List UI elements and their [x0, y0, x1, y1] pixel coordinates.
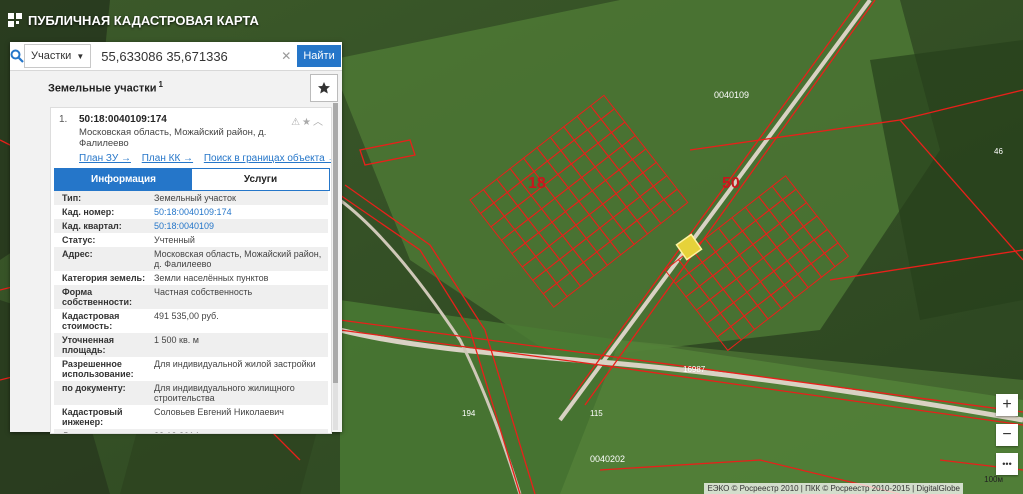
card-action-icons[interactable]: ⚠★︿ — [291, 113, 325, 128]
attribute-value: 491 535,00 руб. — [154, 311, 219, 321]
quarter-label-50: 50 — [722, 175, 740, 192]
app-title-bar: ПУБЛИЧНАЯ КАДАСТРОВАЯ КАРТА — [8, 10, 259, 30]
attribute-value: 22.12.2014 — [154, 431, 328, 433]
attribute-key: Кад. номер: — [62, 207, 115, 217]
link-plan-zu[interactable]: План ЗУ → — [79, 153, 131, 164]
attribute-value: Земельный участок — [154, 193, 236, 203]
attribute-key: Кадастровый инженер: — [62, 407, 123, 427]
clear-icon[interactable]: ✕ — [281, 49, 291, 63]
attribute-row: Уточненная площадь: 1 500 кв. м — [54, 333, 328, 357]
result-cad-number[interactable]: 50:18:0040109:174 — [79, 114, 167, 125]
attribute-key: Форма собственности: — [62, 287, 132, 307]
attribute-row: Кадастровая стоимость: 491 535,00 руб. — [54, 309, 328, 333]
search-type-label: Участки — [31, 50, 72, 62]
result-links: План ЗУ → План КК → Поиск в границах объ… — [79, 153, 331, 164]
find-button[interactable]: Найти — [297, 45, 341, 67]
copyright-text: ЕЭКО © Росреестр 2010 | ПКК © Росреестр … — [704, 483, 963, 494]
attribute-key: Статус: — [62, 235, 96, 245]
result-card: 1. 50:18:0040109:174 ⚠★︿ Московская обла… — [50, 107, 332, 434]
parcel-label-115: 115 — [590, 409, 603, 418]
attribute-row: Тип: Земельный участок — [54, 191, 328, 205]
attribute-value: Частная собственность — [154, 287, 253, 297]
tab-info[interactable]: Информация — [55, 169, 192, 190]
attribute-key: по документу: — [62, 383, 126, 393]
scale-bar: 100м — [984, 475, 1003, 484]
parcel-label-46: 46 — [994, 147, 1003, 156]
results-header: Земельные участки 1 — [10, 71, 342, 103]
star-icon — [318, 82, 330, 94]
attribute-value[interactable]: 50:18:0040109:174 — [154, 207, 328, 217]
link-plan-kk[interactable]: План КК → — [142, 153, 193, 164]
parcel-label-194: 194 — [462, 409, 476, 418]
attribute-value: Для индивидуальной жилой застройки — [154, 359, 316, 369]
result-tabs: Информация Услуги — [54, 168, 330, 191]
attribute-row: Категория земель: Земли населённых пункто… — [54, 271, 328, 285]
scrollbar-thumb[interactable] — [333, 103, 338, 383]
favorite-star-button[interactable] — [310, 74, 338, 102]
search-input[interactable] — [97, 45, 282, 67]
attribute-row: Форма собственности: Частная собственност… — [54, 285, 328, 309]
attribute-row: Дата постановки на учет:22.12.2014 — [54, 429, 328, 433]
attribute-key: Уточненная площадь: — [62, 335, 114, 355]
attribute-value: Московская область, Можайский район, д. … — [154, 249, 322, 269]
more-options-button[interactable]: ••• — [996, 453, 1018, 475]
results-count: 1 — [158, 79, 163, 89]
result-index: 1. — [59, 114, 68, 125]
search-row: Участки ▼ ✕ Найти — [10, 42, 342, 71]
quarter-code-label: 0040109 — [714, 90, 749, 100]
quarter-label-18: 18 — [528, 175, 546, 192]
attribute-key: Дата постановки на учет: — [54, 431, 154, 433]
attribute-value[interactable]: 50:18:0040109 — [154, 221, 328, 231]
attribute-key: Разрешенное использование: — [62, 359, 134, 379]
results-pane: Земельные участки 1 1. 50:18:0040109:174 … — [10, 71, 342, 434]
attribute-value: Соловьев Евгений Николаевич — [154, 407, 284, 417]
results-title-text: Земельные участки — [48, 82, 157, 95]
attribute-key: Адрес: — [62, 249, 93, 259]
search-panel: Участки ▼ ✕ Найти Земельные участки1 1. … — [10, 42, 342, 434]
road-label: 16987 — [683, 365, 706, 374]
attribute-key: Кадастровая стоимость: — [62, 311, 120, 331]
attribute-value: Для индивидуального жилищного строительс… — [154, 383, 295, 403]
attributes-table: Тип: Земельный участок Кад. номер: 50:18:00… — [54, 191, 328, 433]
attribute-key: Тип: — [62, 193, 82, 203]
results-title: Земельные участки 1 — [48, 80, 163, 95]
results-scrollbar[interactable] — [333, 103, 338, 430]
attribute-value: Учтенный — [154, 235, 195, 245]
zoom-out-button[interactable]: − — [996, 424, 1018, 446]
search-icon[interactable] — [10, 42, 24, 70]
attribute-row: Статус: Учтенный — [54, 233, 328, 247]
attribute-value: 1 500 кв. м — [154, 335, 199, 345]
attribute-key: Категория земель: — [62, 273, 146, 283]
tab-services[interactable]: Услуги — [192, 169, 329, 190]
attribute-row: Адрес: Московская область, Можайский райо… — [54, 247, 328, 271]
app-title: ПУБЛИЧНАЯ КАДАСТРОВАЯ КАРТА — [28, 12, 259, 28]
attribute-row: Кадастровый инженер: Соловьев Евгений Ник… — [54, 405, 328, 429]
attribute-row: по документу: Для индивидуального жилищно… — [54, 381, 328, 405]
link-search-in-bounds[interactable]: Поиск в границах объекта → — [204, 153, 331, 164]
zoom-in-button[interactable]: + — [996, 394, 1018, 416]
chevron-down-icon: ▼ — [76, 51, 85, 61]
attribute-row: Разрешенное использование: Для индивидуал… — [54, 357, 328, 381]
attribute-row: Кад. квартал: 50:18:0040109 — [54, 219, 328, 233]
attribute-key: Кад. квартал: — [62, 221, 122, 231]
search-type-dropdown[interactable]: Участки ▼ — [24, 44, 92, 68]
attribute-value: Земли населённых пунктов — [154, 273, 269, 283]
result-address: Московская область, Можайский район, д. … — [79, 127, 267, 149]
quarter-code-label-2: 0040202 — [590, 454, 625, 464]
grid-logo-icon — [8, 13, 22, 27]
attribute-row: Кад. номер: 50:18:0040109:174 — [54, 205, 328, 219]
